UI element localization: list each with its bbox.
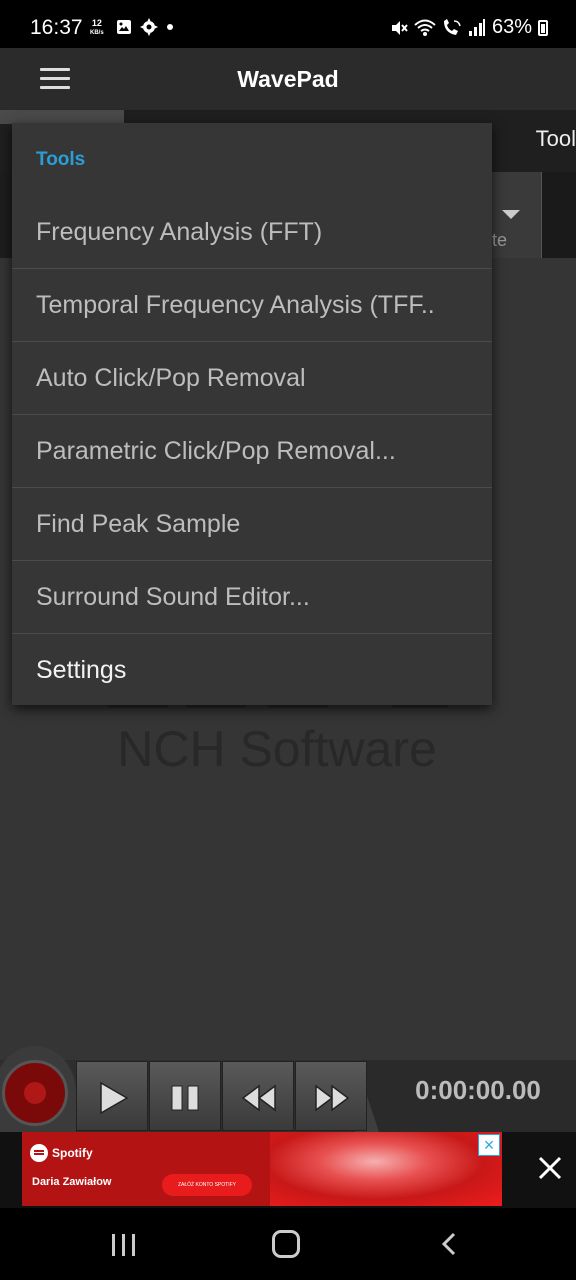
status-icons-left [116,18,174,36]
menu-item-surround-sound-editor[interactable]: Surround Sound Editor... [12,561,492,634]
recents-icon[interactable] [112,1234,138,1256]
menu-item-temporal-frequency-analysis[interactable]: Temporal Frequency Analysis (TFF.. [12,269,492,342]
rewind-icon [241,1084,276,1112]
menu-item-label: Parametric Click/Pop Removal... [36,437,396,465]
tab-tools[interactable]: Tool [536,126,576,152]
ad-brand-label: Spotify [52,1146,93,1160]
home-icon[interactable] [272,1230,300,1258]
play-icon [100,1081,129,1115]
close-icon[interactable] [536,1154,564,1182]
dropdown-arrow-icon [502,210,520,219]
net-speed-value: 12 [91,18,102,28]
gallery-icon [117,20,131,34]
ad-artist: Daria Zawiałow [32,1176,112,1188]
back-icon[interactable] [438,1232,462,1256]
menu-item-settings[interactable]: Settings [12,634,492,707]
nch-logo-text: NCH Software [117,721,437,777]
ad-cta-button[interactable]: ZAŁÓŻ KONTO SPOTIFY [162,1174,252,1196]
status-time: 16:37 [30,16,83,39]
ad-banner[interactable]: Spotify Daria Zawiałow ZAŁÓŻ KONTO SPOTI… [22,1132,502,1206]
menu-item-label: Find Peak Sample [36,510,241,538]
toolbar-button[interactable]: te [492,172,542,258]
wifi-call-icon [443,18,461,35]
settings-icon [140,18,158,36]
app-title: WavePad [237,66,339,92]
fast-forward-icon [315,1084,350,1112]
battery-percent: 63% [491,16,532,38]
toolbar-button-label: te [492,230,508,250]
toolbar-strip-end [542,172,576,258]
tab-active-indicator [0,110,124,124]
pause-button[interactable] [149,1061,221,1131]
status-net-speed: 12 KB/s [90,18,104,38]
ad-close-icon[interactable]: × [478,1134,500,1156]
tools-menu: Tools Frequency Analysis (FFT) Temporal … [12,123,492,705]
record-button[interactable] [2,1060,68,1126]
app-bar: WavePad [0,48,576,110]
pause-icon [171,1085,199,1111]
spotify-icon [30,1144,48,1162]
dot-icon [167,24,173,30]
menu-item-parametric-click-pop-removal[interactable]: Parametric Click/Pop Removal... [12,415,492,488]
ad-brand: Spotify [30,1144,93,1162]
wifi-icon [414,19,436,36]
menu-item-label: Frequency Analysis (FFT) [36,218,323,246]
status-icons-right: 63% [390,16,548,39]
signal-icon [468,18,485,36]
menu-item-find-peak-sample[interactable]: Find Peak Sample [12,488,492,561]
ad-photo [270,1132,502,1206]
tools-menu-header: Tools [36,149,86,170]
fast-forward-button[interactable] [295,1061,367,1131]
battery-icon [538,19,548,36]
menu-item-label: Surround Sound Editor... [36,583,310,611]
menu-item-label: Settings [36,656,127,684]
menu-item-label: Temporal Frequency Analysis (TFF.. [36,291,435,319]
status-bar: 16:37 12 KB/s 63% [0,0,576,48]
time-display: 0:00:00.00 [415,1075,541,1105]
menu-item-label: Auto Click/Pop Removal [36,364,306,392]
net-speed-unit: KB/s [90,30,104,36]
mute-icon [391,20,408,35]
rewind-button[interactable] [222,1061,294,1131]
menu-item-auto-click-pop-removal[interactable]: Auto Click/Pop Removal [12,342,492,415]
play-button[interactable] [76,1061,148,1131]
menu-item-frequency-analysis[interactable]: Frequency Analysis (FFT) [12,196,492,269]
